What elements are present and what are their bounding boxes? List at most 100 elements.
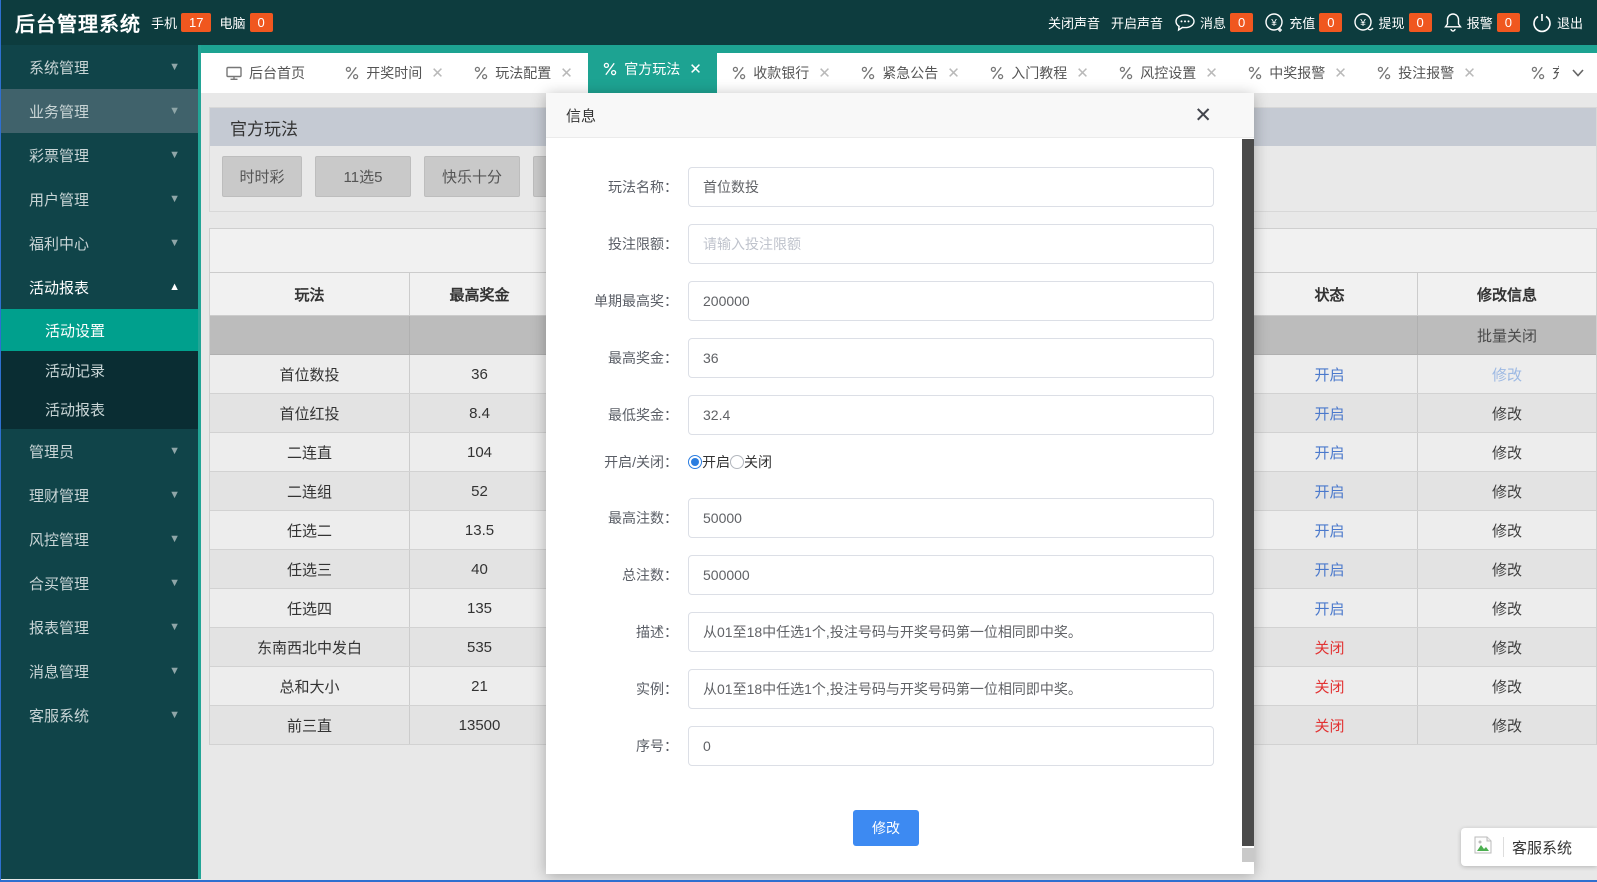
field-label: 总注数： (558, 565, 688, 585)
status-toggle-link[interactable]: 开启 (1314, 559, 1344, 580)
status-toggle-link[interactable]: 关闭 (1314, 676, 1344, 697)
status-toggle-link[interactable]: 关闭 (1314, 715, 1344, 736)
field-input-3[interactable] (688, 338, 1214, 378)
sidebar-item-8[interactable]: 风控管理▼ (1, 517, 198, 561)
tab-3[interactable]: 官方玩法✕ (588, 53, 717, 93)
modify-link[interactable]: 修改 (1492, 559, 1522, 580)
category-button-0[interactable]: 时时彩 (222, 156, 302, 197)
alarm-button[interactable]: 报警 0 (1443, 12, 1520, 33)
modify-link[interactable]: 修改 (1492, 715, 1522, 736)
modal-submit-button[interactable]: 修改 (853, 810, 919, 846)
cell-max-bonus: 13500 (410, 706, 550, 744)
field-input-2[interactable] (688, 281, 1214, 321)
field-input-10[interactable] (688, 726, 1214, 766)
tab-close-icon[interactable]: ✕ (818, 64, 831, 82)
modify-link[interactable]: 修改 (1492, 442, 1522, 463)
tab-close-icon[interactable]: ✕ (1205, 64, 1218, 82)
radio-option-1[interactable]: 关闭 (730, 452, 772, 472)
status-toggle-link[interactable]: 开启 (1314, 520, 1344, 541)
tool-icon (474, 66, 488, 80)
radio-selected-icon[interactable] (688, 455, 702, 469)
tab-close-icon[interactable]: ✕ (560, 64, 573, 82)
tab-label: 紧急公告 (882, 63, 938, 83)
sidebar-subitem-5-0[interactable]: 活动设置 (1, 309, 198, 351)
cell-status: 开启 (1242, 589, 1418, 627)
open-sound-button[interactable]: 开启声音 (1111, 13, 1163, 32)
admin-app: 后台管理系统 手机 17 电脑 0 关闭声音 开启声音 消息 0 ¥ 充值 (0, 0, 1597, 882)
customer-service-widget[interactable]: 客服系统 (1461, 828, 1597, 866)
field-input-7[interactable] (688, 555, 1214, 595)
modify-link[interactable]: 修改 (1492, 481, 1522, 502)
status-toggle-link[interactable]: 开启 (1314, 598, 1344, 619)
tab-close-icon[interactable]: ✕ (947, 64, 960, 82)
sidebar-subitem-5-2[interactable]: 活动报表 (1, 390, 198, 429)
modify-link[interactable]: 修改 (1492, 598, 1522, 619)
cell-max-bonus: 52 (410, 472, 550, 510)
tab-close-icon[interactable]: ✕ (431, 64, 444, 82)
status-toggle-link[interactable]: 关闭 (1314, 637, 1344, 658)
status-toggle-link[interactable]: 开启 (1314, 403, 1344, 424)
tab-5[interactable]: 紧急公告 ✕ (846, 53, 975, 93)
close-sound-button[interactable]: 关闭声音 (1048, 13, 1100, 32)
sidebar-item-5[interactable]: 活动报表▲ (1, 265, 198, 309)
tab-close-icon[interactable]: ✕ (1334, 64, 1347, 82)
modify-link[interactable]: 修改 (1492, 520, 1522, 541)
field-input-4[interactable] (688, 395, 1214, 435)
tab-overflow-button[interactable] (1559, 53, 1597, 93)
sidebar-item-9[interactable]: 合买管理▼ (1, 561, 198, 605)
tab-7[interactable]: 风控设置✕ (1104, 53, 1233, 93)
sidebar-item-7[interactable]: 理财管理▼ (1, 473, 198, 517)
modify-link[interactable]: 修改 (1492, 364, 1522, 385)
status-toggle-link[interactable]: 开启 (1314, 481, 1344, 502)
tab-close-icon[interactable]: ✕ (689, 60, 702, 78)
field-input-8[interactable] (688, 612, 1214, 652)
status-toggle-link[interactable]: 开启 (1314, 442, 1344, 463)
tab-0[interactable]: 后台首页 (201, 53, 330, 93)
messages-button[interactable]: 消息 0 (1174, 13, 1253, 33)
recharge-button[interactable]: ¥ 充值 0 (1264, 12, 1342, 33)
tab-close-icon[interactable]: ✕ (1076, 64, 1089, 82)
close-icon[interactable]: ✕ (1194, 105, 1212, 126)
tab-close-icon[interactable]: ✕ (1463, 64, 1476, 82)
tab-1[interactable]: 开奖时间✕ (330, 53, 459, 93)
sidebar-item-label: 活动报表 (29, 277, 89, 298)
sidebar-item-0[interactable]: 系统管理▼ (1, 45, 198, 89)
modify-link[interactable]: 修改 (1492, 637, 1522, 658)
sidebar-item-6[interactable]: 管理员▼ (1, 429, 198, 473)
sidebar-item-3[interactable]: 用户管理▼ (1, 177, 198, 221)
category-button-1[interactable]: 11选5 (315, 156, 411, 197)
sidebar-item-4[interactable]: 福利中心▼ (1, 221, 198, 265)
modify-link[interactable]: 修改 (1492, 403, 1522, 424)
modify-link[interactable]: 修改 (1492, 676, 1522, 697)
radio-unselected-icon[interactable] (730, 455, 744, 469)
cell-play-name: 任选三 (210, 550, 410, 588)
sidebar-item-12[interactable]: 客服系统▼ (1, 693, 198, 737)
sidebar-item-10[interactable]: 报表管理▼ (1, 605, 198, 649)
cell-play-name: 首位红投 (210, 394, 410, 432)
tab-4[interactable]: 收款银行✕ (717, 53, 846, 93)
modal-scrollbar[interactable] (1242, 139, 1254, 874)
scrollbar-thumb[interactable] (1242, 139, 1254, 846)
radio-option-0[interactable]: 开启 (688, 452, 730, 472)
sidebar-item-11[interactable]: 消息管理▼ (1, 649, 198, 693)
field-input-6[interactable] (688, 498, 1214, 538)
withdraw-button[interactable]: ¥ 提现 0 (1353, 12, 1431, 33)
category-button-2[interactable]: 快乐十分 (424, 156, 520, 197)
tab-2[interactable]: 玩法配置✕ (459, 53, 588, 93)
modal-header: 信息 ✕ (546, 93, 1254, 138)
chevron-down-icon: ▼ (169, 709, 180, 721)
tab-8[interactable]: 中奖报警✕ (1233, 53, 1362, 93)
tab-6[interactable]: 入门教程✕ (975, 53, 1104, 93)
field-input-0[interactable] (688, 167, 1214, 207)
sidebar-subitem-5-1[interactable]: 活动记录 (1, 351, 198, 390)
service-widget-label: 客服系统 (1512, 837, 1572, 858)
status-toggle-link[interactable]: 开启 (1314, 364, 1344, 385)
field-input-1[interactable] (688, 224, 1214, 264)
tab-9[interactable]: 投注报警✕ (1362, 53, 1491, 93)
batch-close-button[interactable]: 批量关闭 (1477, 325, 1537, 346)
sidebar-item-2[interactable]: 彩票管理▼ (1, 133, 198, 177)
logout-button[interactable]: 退出 (1531, 12, 1583, 34)
sidebar-item-1[interactable]: 业务管理▼ (1, 89, 198, 133)
field-input-9[interactable] (688, 669, 1214, 709)
svg-text:¥: ¥ (1360, 18, 1367, 29)
